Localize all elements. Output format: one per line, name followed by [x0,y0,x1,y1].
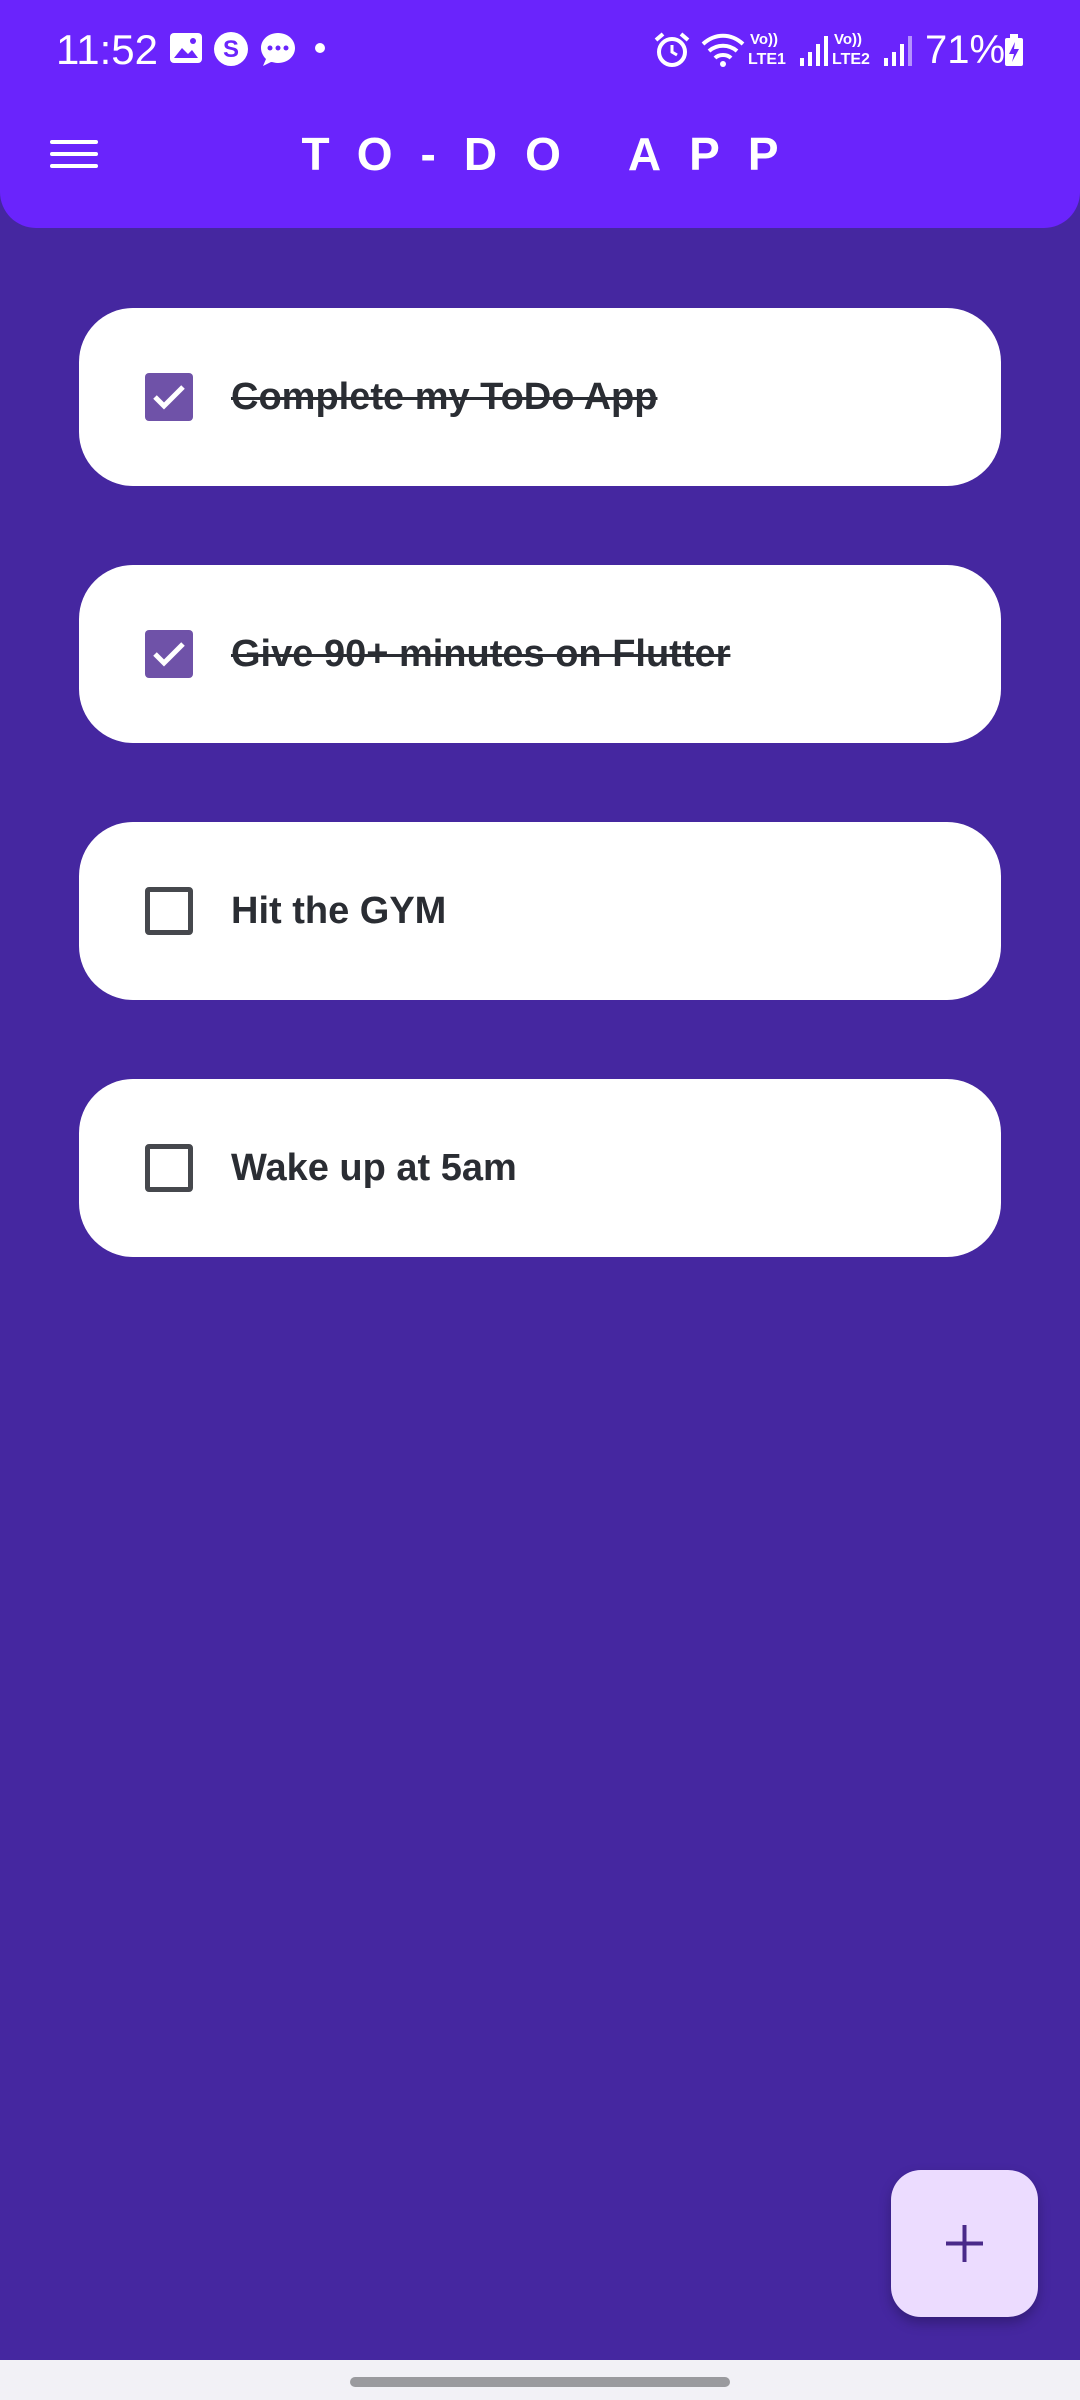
app-title: TO-DO APP [301,128,807,180]
svg-text:LTE2: LTE2 [832,51,870,68]
checkbox-checked[interactable] [145,630,193,678]
s-app-icon: S [212,30,252,70]
alarm-icon [652,30,692,70]
task-card: Give 90+ minutes on Flutter [79,565,1001,743]
svg-text:S: S [223,36,239,63]
task-card: Hit the GYM [79,822,1001,1000]
checkbox-unchecked[interactable] [145,887,193,935]
navigation-bar [0,2360,1080,2400]
wifi-icon [700,30,746,70]
task-text: Wake up at 5am [231,1147,517,1189]
status-time: 11:52 [56,26,158,73]
status-bar: 11:52 S Vo)) LTE1 Vo)) LTE2 71% [0,0,1080,100]
gallery-icon [168,30,208,70]
task-list: Complete my ToDo App Give 90+ minutes on… [79,308,1001,1336]
app-bar: 11:52 S Vo)) LTE1 Vo)) LTE2 71% TO-DO AP… [0,0,1080,228]
svg-text:LTE1: LTE1 [748,51,786,68]
task-text: Give 90+ minutes on Flutter [231,633,731,675]
task-text: Hit the GYM [231,890,447,932]
lte2-signal-icon: Vo)) LTE2 [832,28,916,68]
dot-icon [312,40,328,56]
plus-icon [946,2225,983,2262]
battery-percent: 71% [925,28,1006,72]
battery-charging-icon [1002,30,1026,70]
checkbox-checked[interactable] [145,373,193,421]
task-card: Complete my ToDo App [79,308,1001,486]
svg-text:Vo)): Vo)) [750,31,778,48]
chat-icon [258,30,298,70]
checkbox-unchecked[interactable] [145,1144,193,1192]
lte1-signal-icon: Vo)) LTE1 [748,28,832,68]
task-text: Complete my ToDo App [231,376,658,418]
task-card: Wake up at 5am [79,1079,1001,1257]
svg-text:Vo)): Vo)) [834,31,862,48]
add-task-button[interactable] [891,2170,1038,2317]
home-gesture-handle[interactable] [350,2377,730,2387]
